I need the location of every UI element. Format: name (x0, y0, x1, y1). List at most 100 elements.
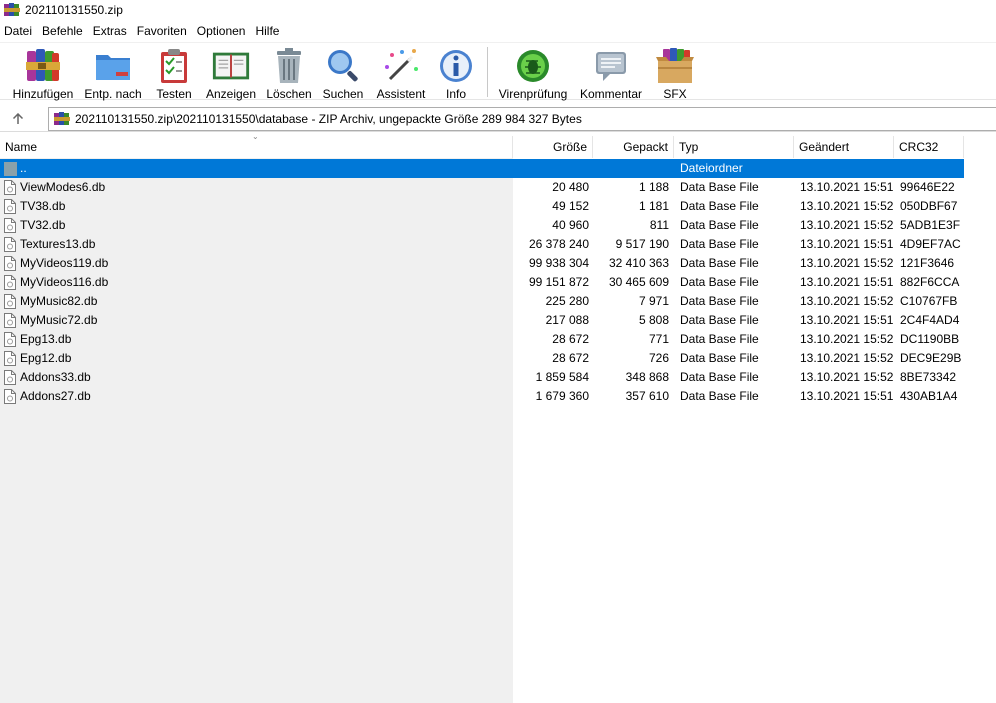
file-type: Data Base File (680, 237, 759, 251)
file-row[interactable]: MyMusic82.db 225 280 7 971 Data Base File 13… (0, 292, 964, 311)
db-file-icon (4, 332, 16, 347)
file-modified: 13.10.2021 15:52 (800, 199, 894, 213)
file-type: Data Base File (680, 389, 759, 403)
add-button-label: Hinzufügen (12, 87, 74, 101)
up-button[interactable] (0, 106, 36, 132)
add-button[interactable]: Hinzufügen (10, 43, 76, 101)
file-name: MyVideos116.db (20, 275, 109, 289)
menu-befehle[interactable]: Befehle (38, 21, 88, 41)
file-size: 1 679 360 (535, 389, 589, 403)
file-name: TV38.db (20, 199, 66, 213)
file-crc: 121F3646 (900, 256, 955, 270)
file-type: Data Base File (680, 199, 759, 213)
test-button[interactable]: Testen (152, 43, 196, 101)
file-size: 217 088 (545, 313, 589, 327)
wizard-button[interactable]: Assistent (374, 43, 428, 101)
file-modified: 13.10.2021 15:52 (800, 332, 894, 346)
menu-favoriten[interactable]: Favoriten (133, 21, 192, 41)
delete-button[interactable]: Löschen (264, 43, 314, 101)
file-row[interactable]: MyVideos116.db 99 151 872 30 465 609 Data B… (0, 273, 964, 292)
file-packed-size: 7 971 (638, 294, 669, 308)
folder-extract-icon (93, 47, 133, 85)
file-size: 99 938 304 (528, 256, 589, 270)
menu-optionen[interactable]: Optionen (193, 21, 251, 41)
extract-to-label: Entp. nach (84, 87, 142, 101)
file-crc: 882F6CCA (900, 275, 960, 289)
file-name: Addons27.db (20, 389, 91, 403)
title-bar: 202110131550.zip (0, 0, 996, 20)
db-file-icon (4, 389, 16, 404)
file-name: MyVideos119.db (20, 256, 109, 270)
comment-label: Kommentar (579, 87, 643, 101)
file-crc: 050DBF67 (900, 199, 958, 213)
file-type: Data Base File (680, 351, 759, 365)
menu-bar: Datei Befehle Extras Favoriten Optionen … (0, 21, 996, 41)
db-file-icon (4, 237, 16, 252)
file-crc: 430AB1A4 (900, 389, 958, 403)
menu-hilfe[interactable]: Hilfe (251, 21, 284, 41)
file-row[interactable]: Textures13.db 26 378 240 9 517 190 Data Bas… (0, 235, 964, 254)
file-name: Addons33.db (20, 370, 91, 384)
file-type: Data Base File (680, 180, 759, 194)
virus-scan-icon (513, 47, 553, 85)
file-packed-size: 5 808 (638, 313, 669, 327)
extract-to-button[interactable]: Entp. nach (82, 43, 144, 101)
file-row[interactable]: TV38.db 49 152 1 181 Data Base File 13.10.20… (0, 197, 964, 216)
sfx-label: SFX (663, 87, 687, 101)
file-row[interactable]: Epg13.db 28 672 771 Data Base File 13.10.202… (0, 330, 964, 349)
db-file-icon (4, 275, 16, 290)
file-row[interactable]: MyMusic72.db 217 088 5 808 Data Base File 13… (0, 311, 964, 330)
file-packed-size: 1 188 (638, 180, 669, 194)
file-size: 99 151 872 (528, 275, 589, 289)
file-row[interactable]: Addons27.db 1 679 360 357 610 Data Base Fil… (0, 387, 964, 406)
file-crc: C10767FB (900, 294, 958, 308)
db-file-icon (4, 370, 16, 385)
find-button[interactable]: Suchen (320, 43, 366, 101)
address-divider (0, 131, 996, 132)
file-type: Data Base File (680, 256, 759, 270)
file-row[interactable]: ViewModes6.db 20 480 1 188 Data Base File 13… (0, 178, 964, 197)
file-packed-size: 811 (649, 218, 669, 232)
file-packed-size: 32 410 363 (608, 256, 669, 270)
file-packed-size: 9 517 190 (615, 237, 669, 251)
file-modified: 13.10.2021 15:51 (800, 275, 894, 289)
file-modified: 13.10.2021 15:52 (800, 370, 894, 384)
file-packed-size: 771 (648, 332, 669, 346)
sfx-button[interactable]: SFX (654, 43, 696, 101)
file-crc: 5ADB1E3F (900, 218, 961, 232)
file-size: 40 960 (552, 218, 589, 232)
file-modified: 13.10.2021 15:51 (800, 180, 894, 194)
menu-datei[interactable]: Datei (0, 21, 37, 41)
info-button[interactable]: Info (436, 43, 476, 101)
file-row[interactable]: MyVideos119.db 99 938 304 32 410 363 Data B… (0, 254, 964, 273)
column-header-type[interactable]: Typ (674, 136, 794, 158)
column-header-size[interactable]: Größe (513, 136, 593, 158)
file-row[interactable]: TV32.db 40 960 811 Data Base File 13.10.2021… (0, 216, 964, 235)
db-file-icon (4, 256, 16, 271)
delete-label: Löschen (266, 87, 312, 101)
file-crc: 4D9EF7AC (900, 237, 961, 251)
file-modified: 13.10.2021 15:52 (800, 256, 894, 270)
column-header-packed[interactable]: Gepackt (593, 136, 674, 158)
address-bar: 202110131550.zip\202110131550\database -… (0, 106, 996, 132)
file-type: Data Base File (680, 275, 759, 289)
db-file-icon (4, 313, 16, 328)
column-header-modified[interactable]: Geändert (794, 136, 894, 158)
virus-scan-label: Virenprüfung (498, 87, 568, 101)
sfx-box-icon (655, 47, 695, 85)
archive-books-icon (23, 47, 63, 85)
file-size: 26 378 240 (528, 237, 589, 251)
virus-scan-button[interactable]: Virenprüfung (496, 43, 570, 101)
comment-button[interactable]: Kommentar (578, 43, 644, 101)
parent-folder-row[interactable]: .. Dateiordner (0, 159, 964, 178)
column-header-crc[interactable]: CRC32 (894, 136, 964, 158)
address-field[interactable]: 202110131550.zip\202110131550\database -… (48, 107, 996, 131)
parent-folder-name: .. (20, 161, 27, 175)
clipboard-check-icon (154, 47, 194, 85)
file-row[interactable]: Epg12.db 28 672 726 Data Base File 13.10.202… (0, 349, 964, 368)
menu-extras[interactable]: Extras (89, 21, 132, 41)
file-row[interactable]: Addons33.db 1 859 584 348 868 Data Base Fil… (0, 368, 964, 387)
file-crc: 8BE73342 (900, 370, 957, 384)
parent-folder-icon (4, 162, 17, 176)
view-button[interactable]: Anzeigen (204, 43, 258, 101)
